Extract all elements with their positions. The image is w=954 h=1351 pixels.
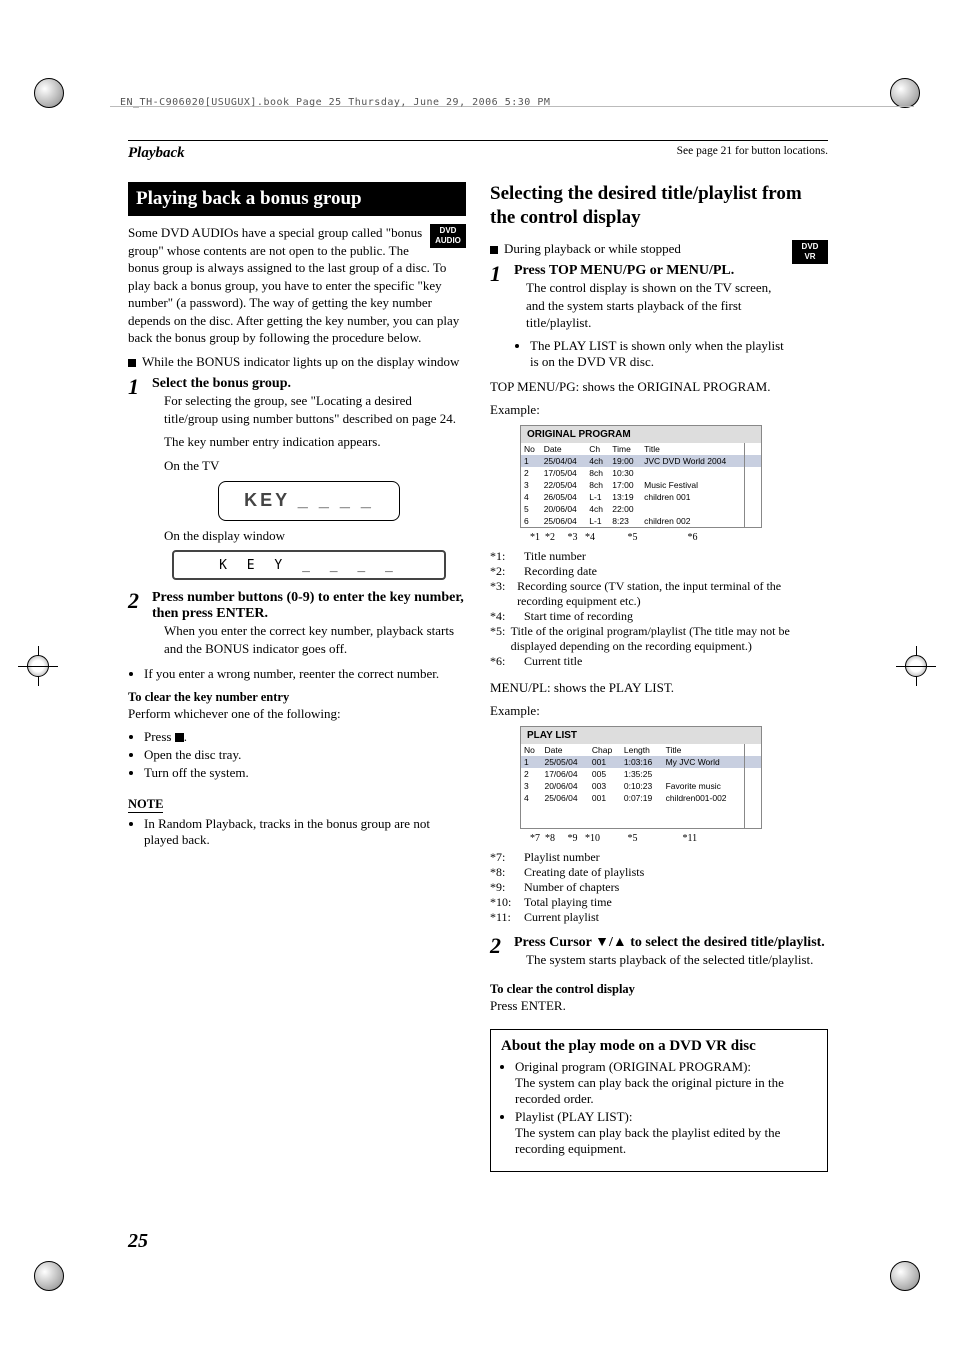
step-text: For selecting the group, see "Locating a…	[164, 392, 466, 427]
step-text: When you enter the correct key number, p…	[164, 622, 466, 657]
step-text: The system starts playback of the select…	[526, 951, 828, 969]
step-heading: Press number buttons (0-9) to enter the …	[152, 590, 466, 622]
table-header-row: NoDateChapLengthTitle	[521, 744, 761, 756]
annotation-markers: *1 *2 *3 *4 *5 *6	[530, 532, 828, 543]
print-mark	[890, 78, 920, 108]
page-number: 25	[128, 1230, 148, 1253]
file-path-header: EN_TH-C906020[USUGUX].book Page 25 Thurs…	[120, 97, 550, 108]
cursor-up-icon	[613, 935, 627, 950]
square-bullet-icon	[490, 246, 498, 254]
intro-paragraph: Some DVD AUDIOs have a special group cal…	[128, 224, 466, 347]
table-row: 217/06/040051:35:25	[521, 768, 761, 780]
note-list: In Random Playback, tracks in the bonus …	[144, 816, 466, 848]
table-row: 425/06/040010:07:19children001-002	[521, 792, 761, 804]
section-title: Playback	[128, 145, 185, 161]
top-menu-label: TOP MENU/PG: shows the ORIGINAL PROGRAM.	[490, 378, 828, 396]
table-row: 320/06/040030:10:23Favorite music	[521, 780, 761, 792]
step-1: 1 Press TOP MENU/PG or MENU/PL. The cont…	[490, 263, 786, 376]
step-1: 1 Select the bonus group. For selecting …	[128, 376, 466, 586]
step-2: 2 Press number buttons (0-9) to enter th…	[128, 590, 466, 663]
note-label: NOTE	[128, 797, 163, 813]
heading-control-display: Selecting the desired title/playlist fro…	[490, 182, 828, 230]
table-row: 625/06/04L-18:23children 002	[521, 515, 761, 527]
cursor-down-icon	[595, 935, 609, 950]
list-item: The PLAY LIST is shown only when the pla…	[530, 338, 786, 370]
right-column: Selecting the desired title/playlist fro…	[490, 182, 828, 1172]
definition-list: *1:Title number *2:Recording date *3:Rec…	[490, 549, 828, 669]
table-row: 217/05/048ch10:30	[521, 467, 761, 479]
clear-body: Press ENTER.	[490, 997, 828, 1015]
list-item: Original program (ORIGINAL PROGRAM): The…	[515, 1059, 817, 1107]
print-mark	[34, 1261, 64, 1291]
disc-badge-dvd-vr: DVD VR	[792, 240, 828, 264]
tv-display-box: KEY _ _ _ _	[218, 481, 400, 521]
print-mark	[34, 78, 64, 108]
clear-heading: To clear the control display	[490, 982, 828, 997]
clear-intro: Perform whichever one of the following:	[128, 705, 466, 723]
rule	[128, 140, 828, 141]
note-list: If you enter a wrong number, reenter the…	[144, 666, 466, 682]
disc-badge-dvd-audio: DVD AUDIO	[430, 224, 466, 248]
table-row	[521, 804, 761, 816]
step-number: 2	[490, 935, 514, 975]
precondition: While the BONUS indicator lights up on t…	[128, 353, 466, 371]
step-2: 2 Press Cursor / to select the desired t…	[490, 935, 828, 975]
heading-bonus-group: Playing back a bonus group	[128, 182, 466, 216]
annotation-markers: *7 *8 *9 *10 *5 *11	[530, 833, 828, 844]
step-text: The key number entry indication appears.	[164, 433, 466, 451]
list-item: Open the disc tray.	[144, 747, 466, 763]
screenshot-play-list: PLAY LIST NoDateChapLengthTitle 125/05/0…	[520, 726, 762, 829]
table-play-list: NoDateChapLengthTitle 125/05/040011:03:1…	[521, 744, 761, 828]
step-number: 2	[128, 590, 152, 663]
label-on-tv: On the TV	[164, 457, 466, 475]
page-content: Playback See page 21 for button location…	[128, 140, 828, 1172]
registration-mark	[896, 646, 936, 686]
left-column: Playing back a bonus group DVD AUDIO Som…	[128, 182, 466, 1172]
step-number: 1	[128, 376, 152, 586]
device-display-box: K E Y _ _ _ _	[172, 550, 446, 580]
table-row: 125/04/044ch19:00JVC DVD World 2004	[521, 455, 761, 467]
step-text: The control display is shown on the TV s…	[526, 279, 786, 332]
step-sublist: The PLAY LIST is shown only when the pla…	[530, 338, 786, 370]
print-mark	[890, 1261, 920, 1291]
list-item: Playlist (PLAY LIST): The system can pla…	[515, 1109, 817, 1157]
step-number: 1	[490, 263, 514, 376]
table-original-program: NoDateChTimeTitle 125/04/044ch19:00JVC D…	[521, 443, 761, 527]
list-item: In Random Playback, tracks in the bonus …	[144, 816, 466, 848]
screenshot-caption: PLAY LIST	[521, 727, 761, 744]
screenshot-caption: ORIGINAL PROGRAM	[521, 426, 761, 443]
about-box: About the play mode on a DVD VR disc Ori…	[490, 1029, 828, 1172]
list-item: Press .	[144, 729, 466, 745]
example-label: Example:	[490, 702, 828, 720]
registration-mark	[18, 646, 58, 686]
label-on-display: On the display window	[164, 527, 466, 545]
menu-pl-label: MENU/PL: shows the PLAY LIST.	[490, 679, 828, 697]
step-heading: Select the bonus group.	[152, 376, 466, 392]
clear-list: Press . Open the disc tray. Turn off the…	[144, 729, 466, 781]
precondition: During playback or while stopped	[490, 240, 828, 258]
screenshot-original-program: ORIGINAL PROGRAM NoDateChTimeTitle 125/0…	[520, 425, 762, 528]
list-item: If you enter a wrong number, reenter the…	[144, 666, 466, 682]
table-row: 426/05/04L-113:19children 001	[521, 491, 761, 503]
square-bullet-icon	[128, 359, 136, 367]
see-note: See page 21 for button locations.	[677, 145, 828, 157]
list-item: Turn off the system.	[144, 765, 466, 781]
clear-heading: To clear the key number entry	[128, 690, 466, 705]
stop-icon	[175, 733, 184, 742]
step-heading: Press Cursor / to select the desired tit…	[514, 935, 828, 951]
definition-list: *7:Playlist number *8:Creating date of p…	[490, 850, 828, 925]
table-row: 520/06/044ch22:00	[521, 503, 761, 515]
table-header-row: NoDateChTimeTitle	[521, 443, 761, 455]
step-heading: Press TOP MENU/PG or MENU/PL.	[514, 263, 786, 279]
about-title: About the play mode on a DVD VR disc	[501, 1038, 817, 1055]
example-label: Example:	[490, 401, 828, 419]
table-row	[521, 816, 761, 828]
table-row: 125/05/040011:03:16My JVC World	[521, 756, 761, 768]
table-row: 322/05/048ch17:00Music Festival	[521, 479, 761, 491]
